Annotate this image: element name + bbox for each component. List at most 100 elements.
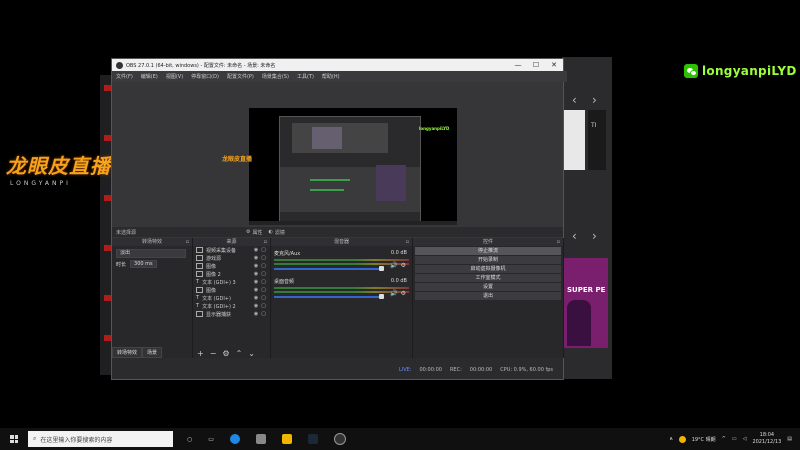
clock[interactable]: 18:04 2021/12/13 <box>752 432 781 446</box>
cortana-icon[interactable]: ○ <box>187 436 192 443</box>
eye-icon[interactable]: ◉ <box>254 279 258 285</box>
people-icon[interactable]: ጰ <box>670 436 673 442</box>
nav-next-icon[interactable]: › <box>592 229 597 243</box>
lock-icon[interactable]: ▢ <box>261 311 266 317</box>
lock-icon[interactable]: ▢ <box>261 295 266 301</box>
taskbar-search[interactable]: ⌕ 在这里输入你要搜索的内容 <box>28 431 173 447</box>
gear-icon[interactable]: ⚙ <box>246 229 250 235</box>
dock-title: 来源 <box>226 239 237 245</box>
undock-icon[interactable]: ▫ <box>186 238 189 246</box>
volume-slider[interactable] <box>274 266 384 271</box>
undock-icon[interactable]: ▫ <box>406 238 409 246</box>
preview-canvas[interactable]: 龙眼皮直播 longyanpiLYD <box>222 108 457 225</box>
minimize-button[interactable]: — <box>509 61 527 69</box>
filter-icon[interactable]: ◐ <box>269 229 273 235</box>
move-down-icon[interactable]: ⌄ <box>248 349 255 358</box>
speaker-icon[interactable]: 🔊 <box>390 262 397 269</box>
tab-transitions[interactable]: 转场特效 <box>112 347 143 358</box>
properties-button[interactable]: 属性 <box>253 229 263 236</box>
maximize-button[interactable]: ☐ <box>527 61 545 69</box>
source-item[interactable]: 图像 ◉ ▢ <box>193 262 270 270</box>
steam-icon[interactable] <box>307 434 318 444</box>
volume-slider[interactable] <box>274 294 384 299</box>
start-recording-button[interactable]: 开始录制 <box>415 256 561 264</box>
eye-icon[interactable]: ◉ <box>254 247 258 253</box>
stop-streaming-button[interactable]: 停止推流 <box>415 247 561 255</box>
lock-icon[interactable]: ▢ <box>261 303 266 309</box>
source-item[interactable]: 显示器捕获 ◉ ▢ <box>193 310 270 318</box>
undock-icon[interactable]: ▫ <box>557 238 560 246</box>
eye-icon[interactable]: ◉ <box>254 295 258 301</box>
gear-icon[interactable]: ⚙ <box>222 349 229 358</box>
nav-prev-icon[interactable]: ‹ <box>572 229 577 243</box>
settings-button[interactable]: 设置 <box>415 283 561 291</box>
promo-banner[interactable]: SUPER PE <box>563 258 608 348</box>
close-button[interactable]: ✕ <box>545 61 563 69</box>
lock-icon[interactable]: ▢ <box>261 279 266 285</box>
image-icon <box>196 271 203 277</box>
start-button[interactable] <box>0 428 28 450</box>
source-label: 视频采集设备 <box>206 247 237 254</box>
source-item[interactable]: 游戏源 ◉ ▢ <box>193 254 270 262</box>
eye-icon[interactable]: ◉ <box>254 287 258 293</box>
lock-icon[interactable]: ▢ <box>261 271 266 277</box>
source-item[interactable]: T 文本 (GDI+) 3 ◉ ▢ <box>193 278 270 286</box>
studio-mode-button[interactable]: 工作室模式 <box>415 274 561 282</box>
menu-file[interactable]: 文件(F) <box>116 73 133 80</box>
nav-next-icon[interactable]: › <box>592 93 597 107</box>
eye-icon[interactable]: ◉ <box>254 311 258 317</box>
live-label: LIVE: <box>398 366 412 373</box>
menu-help[interactable]: 帮助(H) <box>322 73 340 80</box>
menu-tools[interactable]: 工具(T) <box>297 73 314 80</box>
lock-icon[interactable]: ▢ <box>261 287 266 293</box>
controls-dock: 控件 ▫ 停止推流 开始录制 启动虚拟摄像机 工作室模式 设置 退出 <box>413 238 564 358</box>
file-explorer-icon[interactable] <box>281 434 292 444</box>
transition-select[interactable]: 淡出 <box>116 249 186 258</box>
lock-icon[interactable]: ▢ <box>261 255 266 261</box>
add-icon[interactable]: + <box>197 349 204 358</box>
source-item[interactable]: 图像 ◉ ▢ <box>193 286 270 294</box>
lock-icon[interactable]: ▢ <box>261 247 266 253</box>
thumbnail-card[interactable] <box>563 110 585 170</box>
gear-icon[interactable]: ⚙ <box>401 290 406 297</box>
source-item[interactable]: 视频采集设备 ◉ ▢ <box>193 246 270 254</box>
store-icon[interactable] <box>255 434 266 444</box>
source-item[interactable]: 图像 2 ◉ ▢ <box>193 270 270 278</box>
tab-scenes[interactable]: 场景 <box>142 347 163 358</box>
menu-docks[interactable]: 停靠窗口(D) <box>191 73 219 80</box>
speaker-icon[interactable]: 🔊 <box>390 290 397 297</box>
network-icon[interactable]: ▭ <box>732 436 737 442</box>
remove-icon[interactable]: − <box>210 349 217 358</box>
thumbnail-card[interactable]: TI <box>588 110 606 170</box>
chevron-up-icon[interactable]: ^ <box>722 436 726 442</box>
gear-icon[interactable]: ⚙ <box>401 262 406 269</box>
menu-scene-collection[interactable]: 场景集合(S) <box>262 73 289 80</box>
logo-english-text: LONGYANPI <box>10 180 71 187</box>
start-virtual-camera-button[interactable]: 启动虚拟摄像机 <box>415 265 561 273</box>
lock-icon[interactable]: ▢ <box>261 263 266 269</box>
task-view-icon[interactable]: ▭ <box>208 436 214 443</box>
menu-profile[interactable]: 配置文件(P) <box>227 73 254 80</box>
nav-prev-icon[interactable]: ‹ <box>572 93 577 107</box>
notification-icon[interactable]: ▤ <box>787 436 792 442</box>
eye-icon[interactable]: ◉ <box>254 271 258 277</box>
eye-icon[interactable]: ◉ <box>254 263 258 269</box>
move-up-icon[interactable]: ⌃ <box>236 349 243 358</box>
exit-button[interactable]: 退出 <box>415 292 561 300</box>
weather-text[interactable]: 19°C 晴朗 <box>692 436 716 443</box>
filters-button[interactable]: 滤镜 <box>275 229 285 236</box>
duration-input[interactable]: 300 ms <box>130 260 157 268</box>
eye-icon[interactable]: ◉ <box>254 303 258 309</box>
source-item[interactable]: T 文本 (GDI+) 2 ◉ ▢ <box>193 302 270 310</box>
edge-icon[interactable] <box>229 434 240 444</box>
menu-edit[interactable]: 编辑(E) <box>141 73 158 80</box>
menu-view[interactable]: 视图(V) <box>166 73 183 80</box>
eye-icon[interactable]: ◉ <box>254 255 258 261</box>
source-item[interactable]: T 文本 (GDI+) ◉ ▢ <box>193 294 270 302</box>
track-db: 0.0 dB <box>390 250 407 256</box>
volume-icon[interactable]: ◁ <box>743 436 747 442</box>
obs-taskbar-icon[interactable] <box>333 433 346 445</box>
undock-icon[interactable]: ▫ <box>264 238 267 246</box>
live-time: 00:00:00 <box>419 366 442 373</box>
title-bar[interactable]: OBS 27.0.1 (64-bit, windows) - 配置文件: 未命名… <box>112 59 563 71</box>
